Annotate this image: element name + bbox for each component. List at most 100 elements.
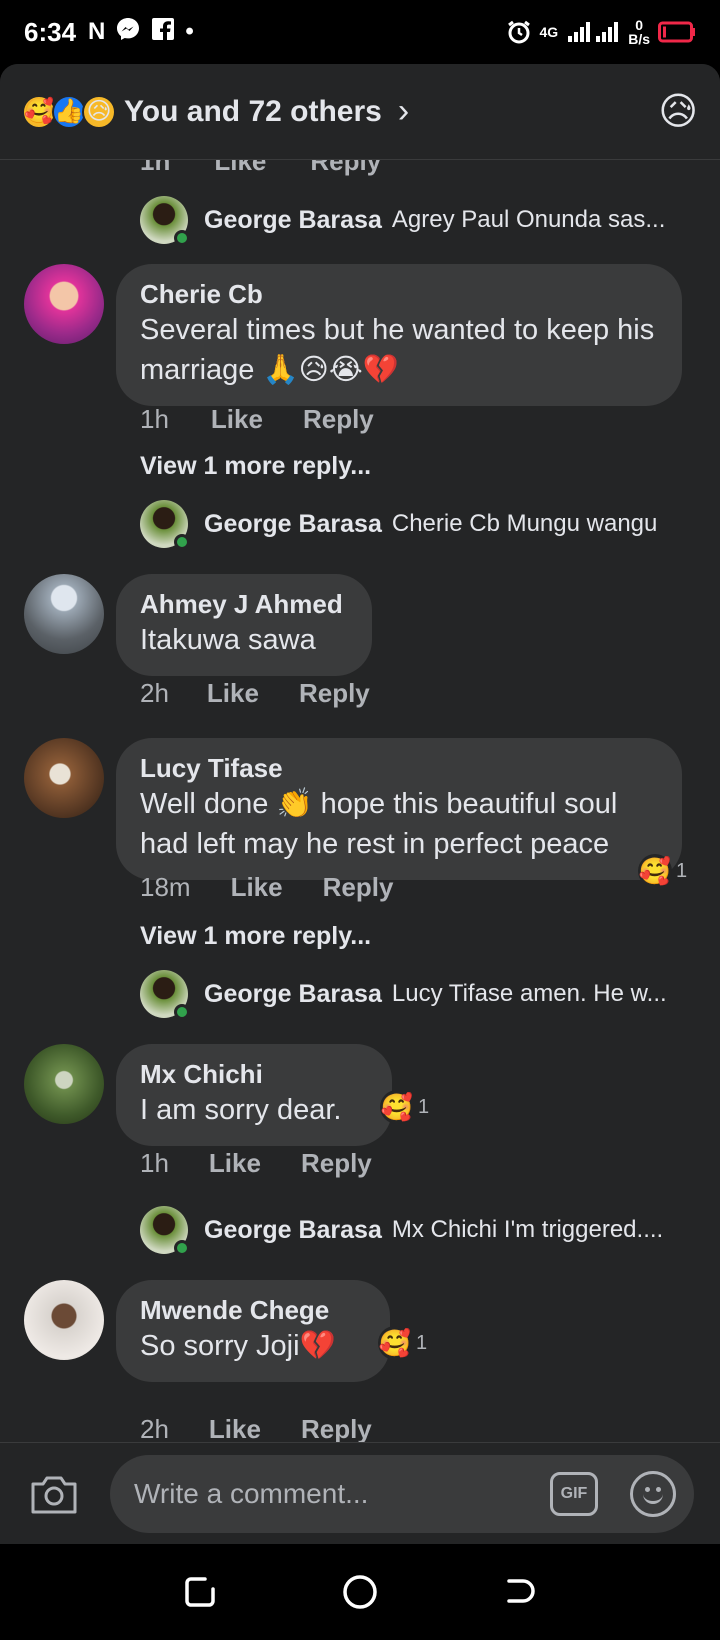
comment-text: Several times but he wanted to keep his … [140,314,655,386]
facebook-icon [151,17,175,48]
comment-author[interactable]: Ahmey J Ahmed [140,588,348,620]
back-icon[interactable] [503,1575,537,1609]
reply-preview[interactable]: George Barasa Agrey Paul Onunda sas... [140,196,700,246]
like-button[interactable]: Like [231,872,283,903]
reply-preview[interactable]: George Barasa Cherie Cb Mungu wangu [140,500,700,550]
comment-author[interactable]: Mx Chichi [140,1058,368,1090]
news-app-icon: N [88,18,106,45]
camera-icon[interactable] [24,1464,84,1524]
comment-text: So sorry Joji💔 [140,1330,336,1362]
like-button[interactable]: Like [207,678,259,709]
comment-reaction[interactable]: 🥰 1 [378,1326,427,1360]
view-more-replies[interactable]: View 1 more reply... [140,452,371,481]
comment-time: 2h [140,1414,169,1442]
reply-text: Cherie Cb Mungu wangu [391,510,658,537]
network-type: 4G [539,24,559,40]
like-button[interactable]: Like [209,1414,261,1442]
system-icons: 4G 0 B/s [506,18,696,46]
comment-time: 2h [140,678,169,708]
online-indicator [174,534,190,550]
avatar[interactable] [140,970,190,1020]
reactions-header[interactable]: 🥰 👍 😥 You and 72 others › 😥 [0,64,720,160]
net-speed: 0 B/s [628,17,650,47]
comment-text: Itakuwa sawa [140,624,316,656]
reply-button[interactable]: Reply [299,678,370,709]
comments-sheet: 🥰 👍 😥 You and 72 others › 😥 1h Like Repl… [0,64,720,1544]
comment-composer: Write a comment... GIF [0,1442,720,1544]
recents-icon[interactable] [183,1575,217,1609]
avatar[interactable] [140,196,190,246]
avatar[interactable] [24,1280,104,1360]
battery-icon [658,21,695,43]
comment-time: 1h [140,1148,169,1178]
alarm-icon [507,20,530,44]
comment-bubble[interactable]: Cherie Cb Several times but he wanted to… [116,264,682,406]
comment-bubble[interactable]: Ahmey J Ahmed Itakuwa sawa [116,574,372,676]
navigation-bar [0,1544,720,1640]
comment-author[interactable]: Lucy Tifase [140,752,658,784]
avatar[interactable] [140,500,190,550]
status-time: 6:34 [24,16,77,47]
comment-reaction[interactable]: 🥰 1 [638,854,687,888]
reply-button[interactable]: Reply [323,872,394,903]
comment-reaction[interactable]: 🥰 1 [380,1090,429,1124]
reply-preview[interactable]: George Barasa Lucy Tifase amen. He w... [140,970,700,1020]
view-more-replies[interactable]: View 1 more reply... [140,922,371,951]
reply-author[interactable]: George Barasa [204,206,382,235]
avatar[interactable] [24,574,104,654]
reaction-icons: 🥰 👍 😥 [22,94,116,129]
comment-time: 1h [140,404,169,434]
comment-placeholder[interactable]: Write a comment... [134,1478,550,1510]
comment-author[interactable]: Cherie Cb [140,278,658,310]
signal-icon [568,22,619,42]
reply-button[interactable]: Reply [301,1414,372,1442]
comment-author[interactable]: Mwende Chege [140,1294,366,1326]
online-indicator [174,1240,190,1256]
comment-text: I am sorry dear. [140,1094,342,1126]
sad-reaction-icon: 😥 [82,94,116,129]
reply-author[interactable]: George Barasa [204,980,382,1009]
reply-button[interactable]: Reply [303,404,374,435]
comment-bubble[interactable]: Mwende Chege So sorry Joji💔 [116,1280,390,1382]
online-indicator [174,230,190,246]
reaction-count: 1 [676,859,688,882]
comment-actions: 2h Like Reply [140,1414,372,1442]
chevron-right-icon[interactable]: › [398,92,409,131]
comment-bubble[interactable]: Lucy Tifase Well done 👏 hope this beauti… [116,738,682,880]
comments-feed[interactable]: 1h Like Reply George Barasa Agrey Paul O… [0,160,720,1442]
comment-actions: 2h Like Reply [140,678,370,709]
avatar[interactable] [140,1206,190,1256]
avatar[interactable] [24,738,104,818]
reaction-count: 1 [416,1331,428,1354]
avatar[interactable] [24,1044,104,1124]
reply-preview[interactable]: George Barasa Mx Chichi I'm triggered...… [140,1206,700,1256]
gif-icon[interactable]: GIF [550,1471,598,1516]
comment-actions: 1h Like Reply [140,1148,372,1179]
avatar[interactable] [24,264,104,344]
online-indicator [174,1004,190,1020]
reaction-count: 1 [418,1095,430,1118]
comment-input[interactable]: Write a comment... GIF [110,1454,694,1533]
care-reaction-icon: 🥰 [378,1326,412,1360]
status-bar: 6:34 N • 4G 0 B/s [0,0,720,64]
messenger-icon [115,16,141,49]
like-button[interactable]: Like [209,1148,261,1179]
reactions-summary[interactable]: You and 72 others [124,95,382,129]
reply-author[interactable]: George Barasa [204,510,382,539]
home-icon[interactable] [342,1574,378,1610]
comment-bubble[interactable]: Mx Chichi I am sorry dear. [116,1044,392,1146]
like-button[interactable]: Like [211,404,263,435]
like-reaction-icon: 👍 [52,94,86,129]
reply-author[interactable]: George Barasa [204,1216,382,1245]
comment-text: Well done 👏 hope this beautiful soul had… [140,788,618,860]
emoji-icon[interactable] [630,1470,676,1517]
comment-actions: 18m Like Reply [140,872,393,903]
reply-text: Agrey Paul Onunda sas... [391,206,666,233]
care-reaction-icon: 🥰 [22,94,56,129]
dot-icon: • [185,18,194,45]
reply-text: Mx Chichi I'm triggered.... [391,1216,664,1243]
comment-actions: 1h Like Reply [140,404,374,435]
sad-reaction-button-icon[interactable]: 😥 [658,89,698,134]
reply-button[interactable]: Reply [301,1148,372,1179]
care-reaction-icon: 🥰 [380,1090,414,1124]
